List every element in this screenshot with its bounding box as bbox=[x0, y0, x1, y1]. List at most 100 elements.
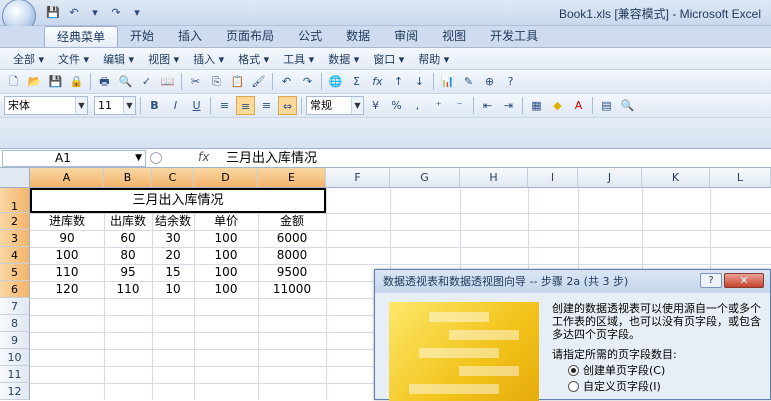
row-header-4[interactable]: 4 bbox=[0, 247, 30, 264]
row-header-6[interactable]: 6 bbox=[0, 281, 30, 298]
help-button[interactable]: ? bbox=[700, 273, 722, 288]
bold-button[interactable]: B bbox=[145, 96, 164, 115]
column-header-e[interactable]: E bbox=[258, 168, 326, 188]
new-icon[interactable]: 🗋 bbox=[4, 72, 23, 91]
row-header-9[interactable]: 9 bbox=[0, 332, 30, 349]
row-header-10[interactable]: 10 bbox=[0, 349, 30, 366]
percent-icon[interactable]: % bbox=[387, 96, 406, 115]
chevron-down-icon[interactable]: ▼ bbox=[135, 151, 142, 166]
select-all-corner[interactable] bbox=[0, 168, 30, 188]
hyperlink-icon[interactable]: 🌐 bbox=[326, 72, 345, 91]
row-header-2[interactable]: 2 bbox=[0, 213, 30, 230]
row-header-1[interactable]: 1 bbox=[0, 188, 30, 213]
header-cell[interactable]: 单价 bbox=[194, 213, 258, 230]
format-painter-icon[interactable]: 🖌 bbox=[249, 72, 268, 91]
tab-home[interactable]: 开始 bbox=[118, 26, 166, 47]
insert-function-button[interactable]: fx bbox=[198, 150, 209, 164]
italic-button[interactable]: I bbox=[166, 96, 185, 115]
decrease-indent-icon[interactable]: ⇤ bbox=[478, 96, 497, 115]
chevron-down-icon[interactable]: ▼ bbox=[351, 97, 363, 114]
data-cell[interactable]: 100 bbox=[30, 247, 104, 264]
tab-developer[interactable]: 开发工具 bbox=[478, 26, 550, 47]
radio-selected-icon[interactable] bbox=[568, 364, 579, 376]
align-center-icon[interactable]: ≡ bbox=[236, 96, 255, 115]
comma-icon[interactable]: , bbox=[408, 96, 427, 115]
menu-file[interactable]: 文件 ▾ bbox=[51, 51, 96, 67]
open-icon[interactable]: 📂 bbox=[25, 72, 44, 91]
spelling-icon[interactable]: ✓ bbox=[137, 72, 156, 91]
data-cell[interactable]: 120 bbox=[30, 281, 104, 298]
data-cell[interactable]: 100 bbox=[194, 281, 258, 298]
expand-icon[interactable] bbox=[150, 152, 162, 164]
menu-window[interactable]: 窗口 ▾ bbox=[366, 51, 411, 67]
increase-indent-icon[interactable]: ⇥ bbox=[499, 96, 518, 115]
row-header-11[interactable]: 11 bbox=[0, 366, 30, 383]
align-left-icon[interactable]: ≡ bbox=[215, 96, 234, 115]
sort-ascending-icon[interactable]: ↑ bbox=[389, 72, 408, 91]
header-cell[interactable]: 结余数 bbox=[152, 213, 194, 230]
row-header-3[interactable]: 3 bbox=[0, 230, 30, 247]
menu-edit[interactable]: 编辑 ▾ bbox=[96, 51, 141, 67]
data-cell[interactable]: 6000 bbox=[258, 230, 326, 247]
tab-classic-menu[interactable]: 经典菜单 bbox=[44, 26, 119, 47]
chevron-down-icon[interactable]: ▼ bbox=[123, 97, 135, 114]
data-cell[interactable]: 11000 bbox=[258, 281, 326, 298]
row-header-5[interactable]: 5 bbox=[0, 264, 30, 281]
menu-tools[interactable]: 工具 ▾ bbox=[276, 51, 321, 67]
chevron-down-icon[interactable]: ▼ bbox=[75, 97, 87, 114]
font-name-select[interactable]: 宋体 ▼ bbox=[4, 96, 88, 115]
data-cell[interactable]: 8000 bbox=[258, 247, 326, 264]
data-cell[interactable]: 100 bbox=[194, 247, 258, 264]
decrease-decimal-icon[interactable]: ⁻ bbox=[450, 96, 469, 115]
print-icon[interactable]: 🖶 bbox=[95, 72, 114, 91]
name-box[interactable]: A1 ▼ bbox=[2, 150, 146, 167]
menu-insert[interactable]: 插入 ▾ bbox=[186, 51, 231, 67]
data-cell[interactable]: 20 bbox=[152, 247, 194, 264]
underline-button[interactable]: U bbox=[187, 96, 206, 115]
font-color-icon[interactable]: A bbox=[569, 96, 588, 115]
merged-title-cell[interactable]: 三月出入库情况 bbox=[30, 188, 326, 213]
increase-decimal-icon[interactable]: ⁺ bbox=[429, 96, 448, 115]
menu-data[interactable]: 数据 ▾ bbox=[321, 51, 366, 67]
row-header-8[interactable]: 8 bbox=[0, 315, 30, 332]
custom-page-field-option[interactable]: 自定义页字段(I) bbox=[568, 378, 661, 394]
cut-icon[interactable]: ✂ bbox=[186, 72, 205, 91]
research-icon[interactable]: 📖 bbox=[158, 72, 177, 91]
column-header-k[interactable]: K bbox=[642, 168, 710, 188]
drawing-icon[interactable]: ✎ bbox=[459, 72, 478, 91]
column-header-i[interactable]: I bbox=[528, 168, 578, 188]
data-cell[interactable]: 80 bbox=[104, 247, 152, 264]
column-header-f[interactable]: F bbox=[326, 168, 390, 188]
column-header-b[interactable]: B bbox=[104, 168, 152, 188]
tab-insert[interactable]: 插入 bbox=[166, 26, 214, 47]
sort-descending-icon[interactable]: ↓ bbox=[410, 72, 429, 91]
currency-icon[interactable]: ¥ bbox=[366, 96, 385, 115]
data-cell[interactable]: 30 bbox=[152, 230, 194, 247]
formula-input[interactable]: 三月出入库情况 bbox=[226, 150, 317, 167]
tab-data[interactable]: 数据 bbox=[334, 26, 382, 47]
data-cell[interactable]: 100 bbox=[194, 230, 258, 247]
data-cell[interactable]: 95 bbox=[104, 264, 152, 281]
permission-icon[interactable]: 🔒 bbox=[67, 72, 86, 91]
menu-all[interactable]: 全部 ▾ bbox=[6, 51, 51, 67]
data-cell[interactable]: 110 bbox=[30, 264, 104, 281]
data-cell[interactable]: 9500 bbox=[258, 264, 326, 281]
header-cell[interactable]: 金额 bbox=[258, 213, 326, 230]
data-cell[interactable]: 90 bbox=[30, 230, 104, 247]
data-cell[interactable]: 15 bbox=[152, 264, 194, 281]
single-page-field-option[interactable]: 创建单页字段(C) bbox=[568, 362, 665, 378]
borders-icon[interactable]: ▦ bbox=[527, 96, 546, 115]
close-button[interactable]: ✕ bbox=[724, 273, 764, 288]
align-right-icon[interactable]: ≡ bbox=[257, 96, 276, 115]
data-cell[interactable]: 110 bbox=[104, 281, 152, 298]
zoom-icon[interactable]: ⊕ bbox=[480, 72, 499, 91]
merge-center-icon[interactable]: ⇔ bbox=[278, 96, 297, 115]
menu-view[interactable]: 视图 ▾ bbox=[141, 51, 186, 67]
column-header-a[interactable]: A bbox=[30, 168, 104, 188]
menu-format[interactable]: 格式 ▾ bbox=[231, 51, 276, 67]
header-cell[interactable]: 出库数 bbox=[104, 213, 152, 230]
tab-view[interactable]: 视图 bbox=[430, 26, 478, 47]
help-icon[interactable]: ? bbox=[501, 72, 520, 91]
number-format-select[interactable]: 常规 ▼ bbox=[306, 96, 364, 115]
print-preview-icon[interactable]: 🔍 bbox=[116, 72, 135, 91]
